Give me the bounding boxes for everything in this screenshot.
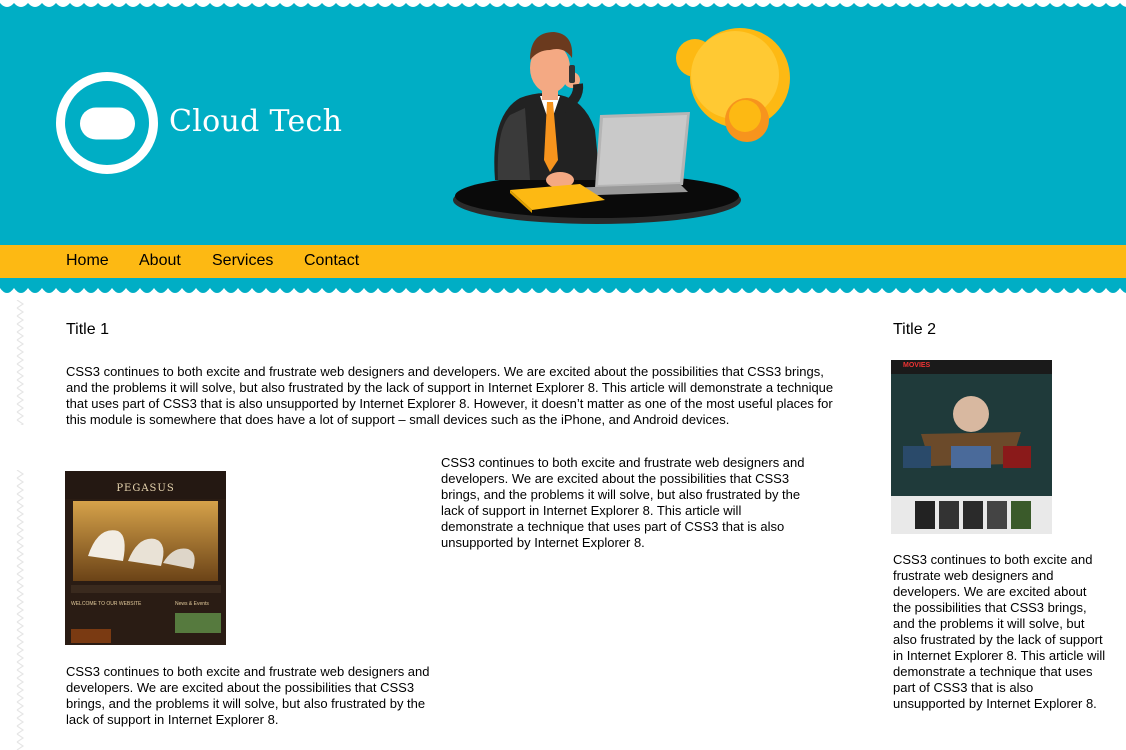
main-title: Title 1 (66, 321, 109, 338)
movie-poster-image (891, 374, 1052, 496)
businessman-laptop-illustration (453, 28, 790, 224)
nav-home[interactable]: Home (66, 252, 109, 270)
column-text: CSS3 continues to both excite and frustr… (441, 455, 805, 550)
horses-image (73, 501, 218, 581)
thumb-sidebar: News & Events (175, 601, 209, 607)
logo-icon[interactable] (56, 72, 158, 174)
sidebar-text: CSS3 continues to both excite and frustr… (893, 552, 1106, 711)
thumb-footer-image (71, 629, 111, 643)
movies-thumbnail[interactable]: MOVIES (891, 360, 1052, 534)
thumb-caption: WELCOME TO OUR WEBSITE (71, 601, 142, 607)
site-header: Cloud Tech (0, 0, 1126, 245)
cloud-icon (80, 107, 135, 140)
edge-decoration (16, 300, 26, 425)
nav-about[interactable]: About (139, 252, 181, 270)
poster-thumb (987, 501, 1007, 529)
pegasus-thumbnail[interactable]: PEGASUS WELCOME TO OUR WEBSITE News & Ev… (65, 471, 226, 645)
nav-services[interactable]: Services (212, 252, 273, 270)
edge-decoration (16, 470, 26, 750)
sidebar-title: Title 2 (893, 321, 936, 338)
thumb-nav (71, 585, 221, 593)
poster-thumb (915, 501, 935, 529)
poster-thumb (939, 501, 959, 529)
main-intro-text: CSS3 continues to both excite and frustr… (66, 364, 834, 427)
poster-thumb (963, 501, 983, 529)
scallop-border-bottom (0, 278, 1126, 295)
nav-contact[interactable]: Contact (304, 252, 359, 270)
card-text: CSS3 continues to both excite and frustr… (66, 664, 430, 727)
thumb-sidebar-image (175, 613, 221, 633)
main-nav: Home About Services Contact (0, 245, 1126, 278)
thumb-logo: MOVIES (903, 362, 931, 369)
scallop-border-top (0, 0, 1126, 10)
poster-thumb (1011, 501, 1031, 529)
brand-name[interactable]: Cloud Tech (169, 104, 342, 139)
thumb-title: PEGASUS (116, 483, 175, 494)
